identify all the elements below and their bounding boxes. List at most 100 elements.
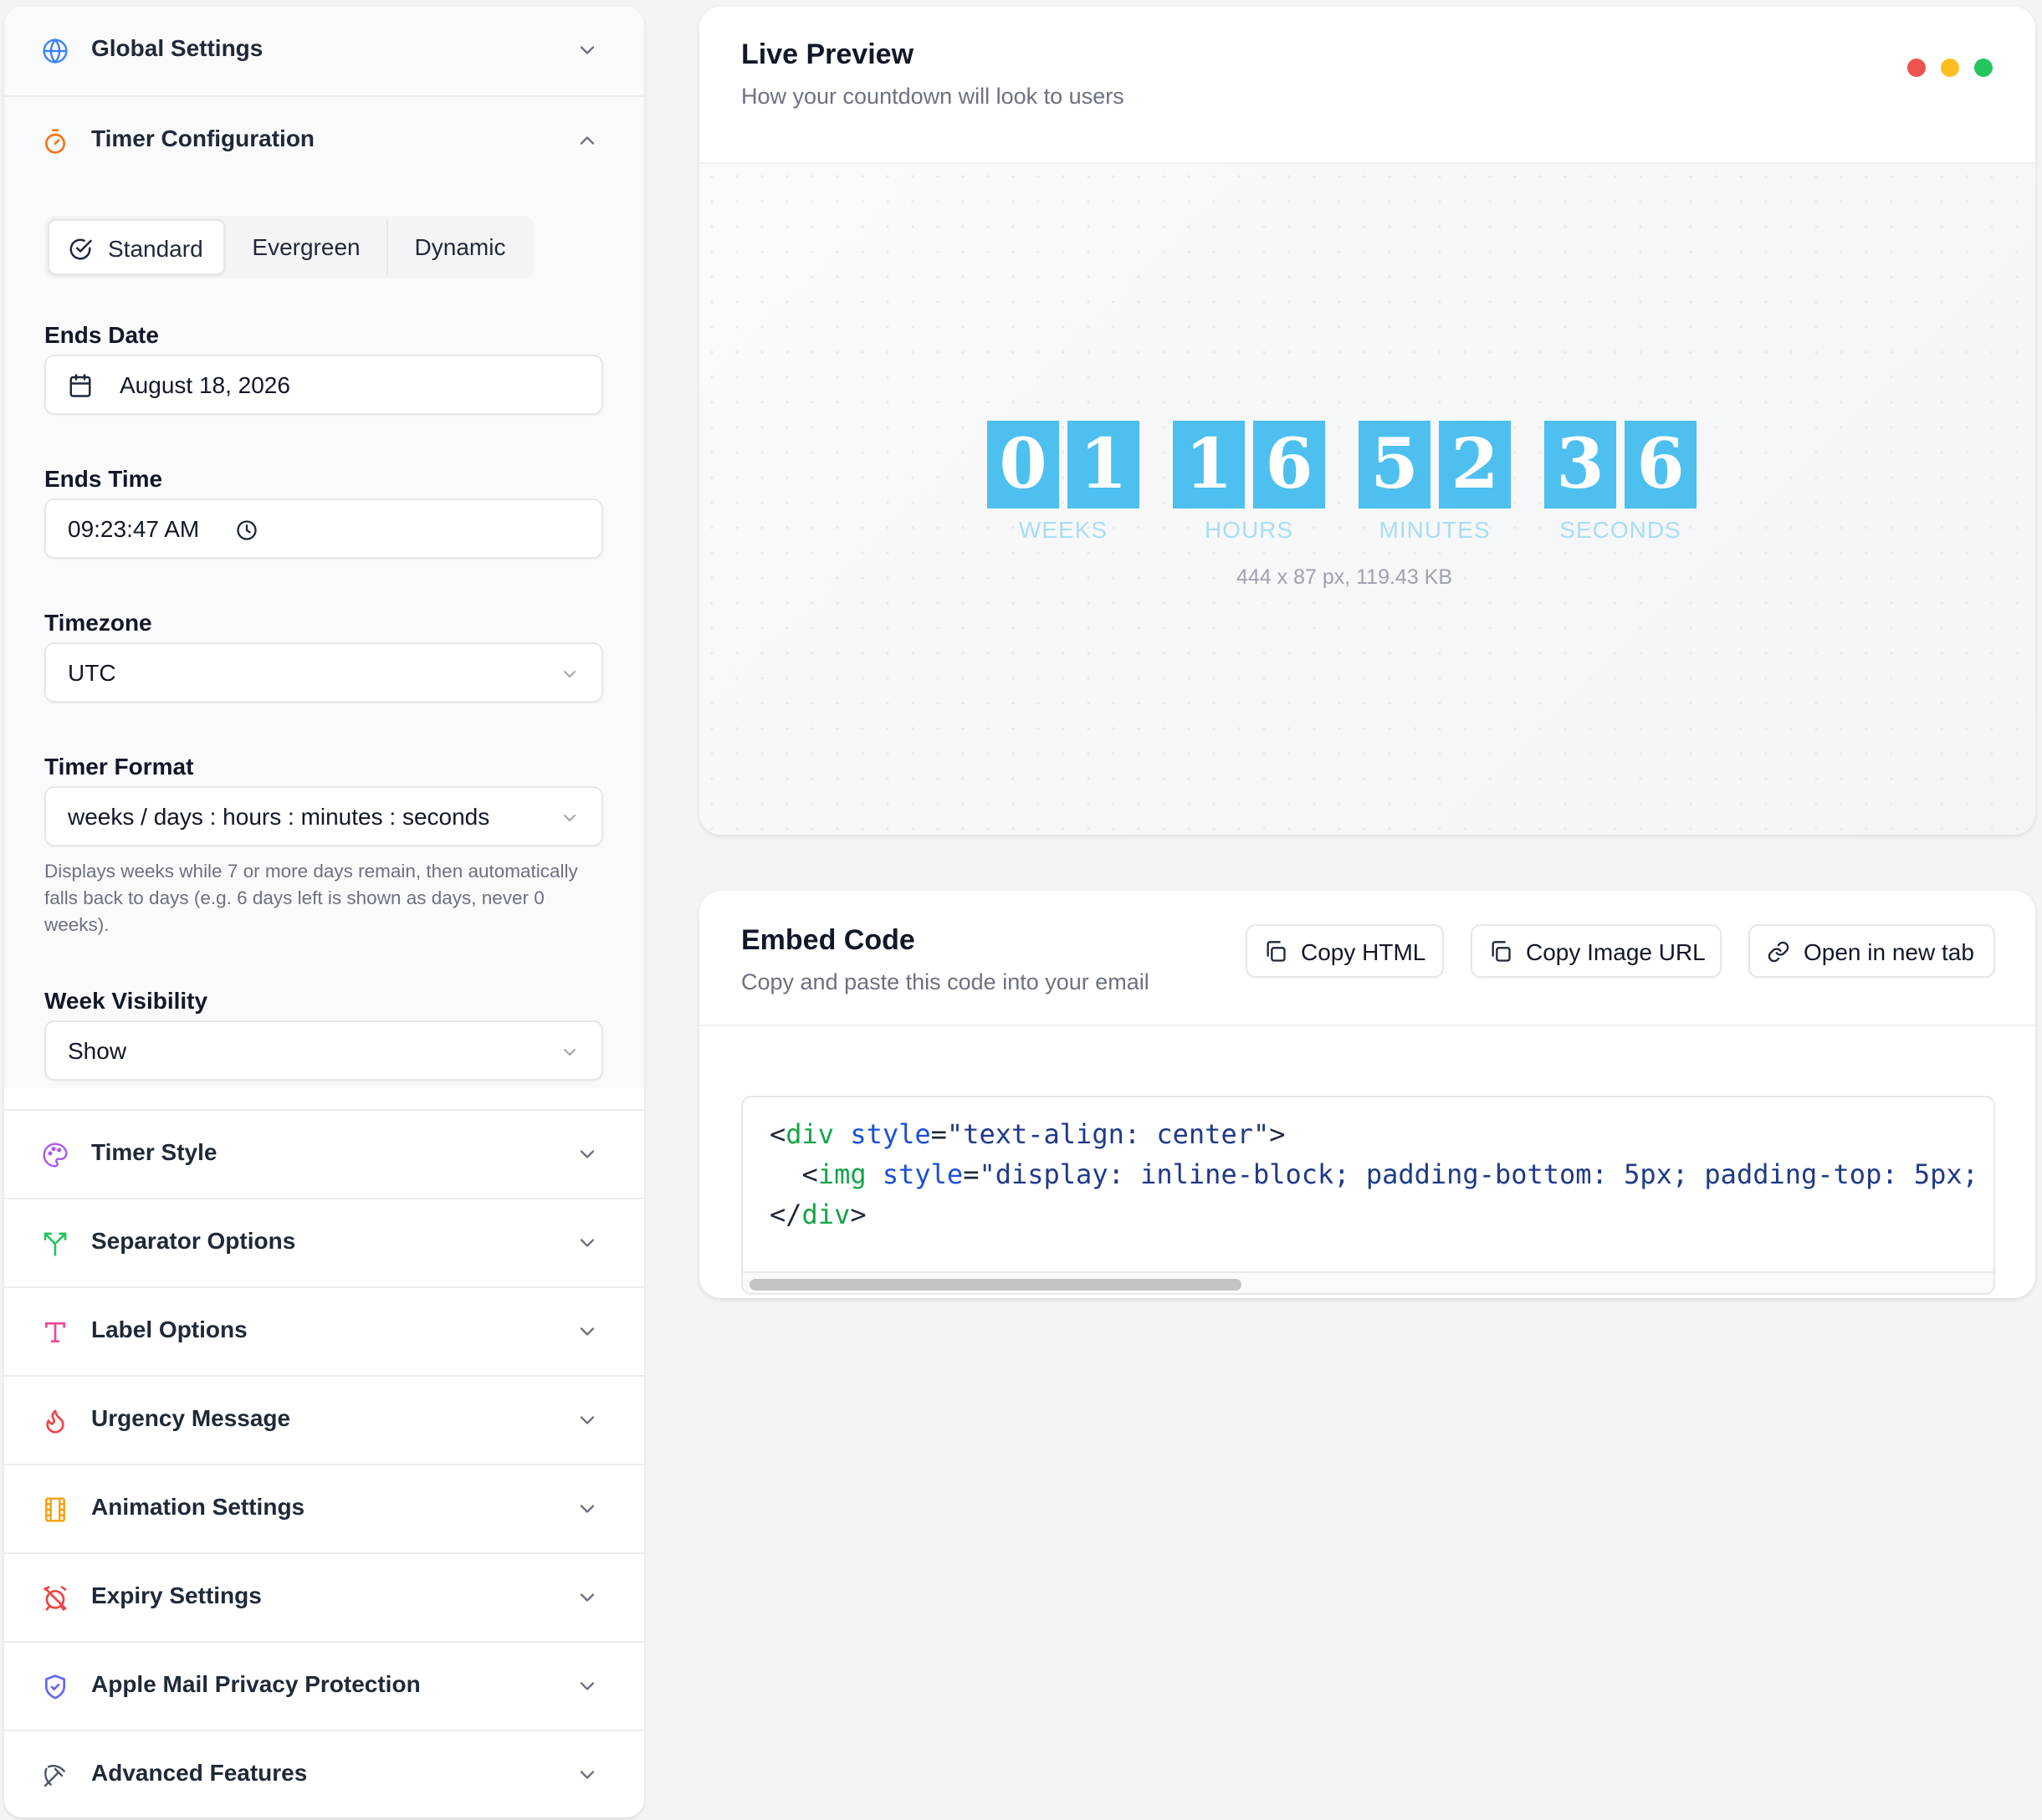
- code-token: =: [930, 1118, 947, 1150]
- ends-time-input[interactable]: 09:23:47 AM: [44, 498, 603, 559]
- palette-icon: [42, 1142, 69, 1168]
- chevron-up-icon[interactable]: [576, 129, 599, 152]
- week-visibility-label: Week Visibility: [44, 988, 208, 1014]
- timer-format-select[interactable]: weeks / days : hours : minutes : seconds: [44, 786, 603, 846]
- open-in-new-tab-button[interactable]: Open in new tab: [1748, 924, 1995, 978]
- week-visibility-select[interactable]: Show: [44, 1020, 603, 1081]
- calendar-icon: [69, 374, 91, 397]
- split-icon: [42, 1230, 69, 1257]
- horizontal-scrollbar-track[interactable]: [743, 1271, 1993, 1293]
- check-circle-icon: [69, 238, 92, 260]
- section-title: Expiry Settings: [91, 1582, 262, 1608]
- countdown-unit-weeks: WEEKS: [1018, 517, 1108, 543]
- button-label: Copy Image URL: [1526, 939, 1706, 965]
- countdown-digit: 1: [1067, 421, 1139, 509]
- code-token: =: [963, 1158, 980, 1190]
- section-title: Label Options: [91, 1316, 248, 1342]
- chevron-down-icon[interactable]: [576, 1586, 599, 1609]
- mode-standard-tab[interactable]: Standard: [48, 219, 225, 275]
- countdown-unit-hours: HOURS: [1204, 517, 1294, 543]
- chevron-down-icon[interactable]: [576, 1320, 599, 1343]
- timer-format-value: weeks / days : hours : minutes : seconds: [68, 804, 490, 830]
- globe-icon: [42, 38, 69, 64]
- live-preview-header: Live Preview How your countdown will loo…: [699, 7, 2035, 164]
- alarm-off-icon: [42, 1585, 69, 1612]
- countdown-digit: 5: [1359, 421, 1430, 509]
- copy-html-button[interactable]: Copy HTML: [1246, 924, 1444, 978]
- countdown-digit: 2: [1439, 421, 1511, 509]
- code-attribute: style: [882, 1158, 964, 1190]
- embed-code-block[interactable]: <div style="text-align: center"> <img st…: [741, 1096, 1995, 1295]
- horizontal-scrollbar-thumb[interactable]: [750, 1279, 1241, 1291]
- code-token: </: [770, 1199, 802, 1230]
- live-preview-card: Live Preview How your countdown will loo…: [699, 7, 2035, 835]
- countdown-digit: 1: [1173, 421, 1245, 509]
- code-token: >: [850, 1199, 867, 1230]
- chevron-down-icon[interactable]: [576, 1497, 599, 1521]
- countdown-digit: 3: [1544, 421, 1616, 509]
- timer-mode-segmented-control: Standard Evergreen Dynamic: [44, 216, 534, 279]
- section-apple-mail-privacy-protection[interactable]: Apple Mail Privacy Protection: [4, 1641, 644, 1730]
- button-label: Copy HTML: [1301, 939, 1426, 965]
- clock-icon[interactable]: [235, 519, 258, 542]
- code-tag: div: [786, 1118, 835, 1150]
- timezone-label: Timezone: [44, 610, 152, 636]
- ends-time-label: Ends Time: [44, 466, 163, 492]
- embed-code-title: Embed Code: [741, 924, 915, 956]
- chevron-down-icon: [564, 815, 576, 821]
- code-line: </div>: [770, 1198, 867, 1231]
- section-animation-settings[interactable]: Animation Settings: [4, 1464, 644, 1552]
- embed-code-subtitle: Copy and paste this code into your email: [741, 969, 1149, 994]
- week-visibility-value: Show: [68, 1038, 127, 1064]
- chevron-down-icon[interactable]: [576, 1143, 599, 1166]
- chevron-down-icon[interactable]: [576, 1231, 599, 1255]
- countdown-digit: 6: [1253, 421, 1325, 509]
- image-info: 444 x 87 px, 119.43 KB: [1236, 565, 1453, 589]
- chevron-down-icon[interactable]: [576, 1408, 599, 1432]
- section-advanced-features[interactable]: Advanced Features: [4, 1730, 644, 1817]
- settings-sidebar: Global Settings Timer Configuration Stan…: [4, 7, 644, 1817]
- chevron-down-icon: [564, 671, 576, 677]
- section-urgency-message[interactable]: Urgency Message: [4, 1375, 644, 1464]
- section-global-settings[interactable]: Global Settings: [4, 7, 644, 95]
- copy-icon: [1267, 941, 1286, 962]
- section-title: Separator Options: [91, 1228, 296, 1254]
- section-title: Urgency Message: [91, 1405, 291, 1431]
- live-preview-title: Live Preview: [741, 38, 914, 70]
- timer-format-help-text: Displays weeks while 7 or more days rema…: [44, 861, 578, 935]
- countdown-unit-seconds: SECONDS: [1559, 517, 1681, 543]
- window-dot-green: [1974, 59, 1993, 77]
- countdown-unit-minutes: MINUTES: [1379, 517, 1491, 543]
- section-separator-options[interactable]: Separator Options: [4, 1198, 644, 1286]
- film-icon: [42, 1496, 69, 1523]
- button-label: Open in new tab: [1804, 939, 1974, 965]
- ends-date-value: August 18, 2026: [120, 372, 290, 398]
- timer-format-label: Timer Format: [44, 754, 194, 780]
- pickaxe-icon: [42, 1762, 69, 1789]
- mode-dynamic-tab[interactable]: Dynamic: [388, 219, 532, 275]
- chevron-down-icon[interactable]: [576, 38, 599, 62]
- section-title: Timer Style: [91, 1139, 218, 1165]
- section-expiry-settings[interactable]: Expiry Settings: [4, 1552, 644, 1641]
- window-dot-yellow: [1941, 59, 1959, 77]
- section-title: Timer Configuration: [91, 125, 315, 151]
- code-line: <div style="text-align: center">: [770, 1117, 1286, 1151]
- section-timer-style[interactable]: Timer Style: [4, 1109, 644, 1198]
- link-icon: [1768, 941, 1789, 963]
- code-string: "display: inline-block; padding-bottom: …: [979, 1158, 1978, 1190]
- code-string: "text-align: center": [946, 1118, 1270, 1150]
- section-label-options[interactable]: Label Options: [4, 1286, 644, 1375]
- code-line: <img style="display: inline-block; paddi…: [770, 1158, 1978, 1191]
- section-title: Advanced Features: [91, 1760, 308, 1786]
- chevron-down-icon[interactable]: [576, 1763, 599, 1787]
- copy-image-url-button[interactable]: Copy Image URL: [1471, 924, 1722, 978]
- code-tag: div: [801, 1199, 851, 1230]
- code-token: <: [801, 1158, 818, 1190]
- chevron-down-icon[interactable]: [576, 1674, 599, 1698]
- mode-evergreen-tab[interactable]: Evergreen: [227, 219, 386, 275]
- mode-label: Standard: [108, 236, 203, 262]
- timezone-select[interactable]: UTC: [44, 642, 603, 703]
- section-title: Global Settings: [91, 35, 264, 61]
- ends-date-picker[interactable]: August 18, 2026: [44, 355, 603, 415]
- live-preview-subtitle: How your countdown will look to users: [741, 84, 1124, 109]
